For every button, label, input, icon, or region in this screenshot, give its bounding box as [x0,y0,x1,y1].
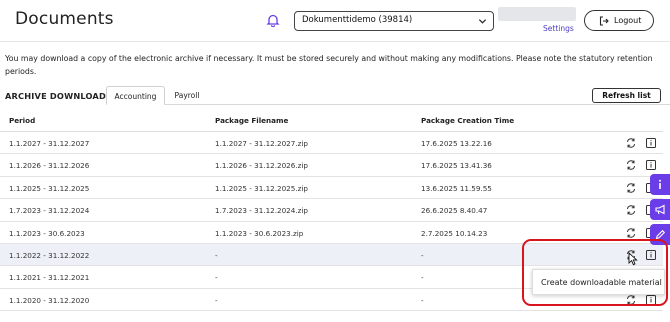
company-select[interactable]: Dokumenttidemo (39814) [294,11,494,31]
highlight-ring [522,239,668,306]
announcement-side-button[interactable] [650,199,670,220]
settings-link[interactable]: Settings [543,24,574,33]
period-cell: 1.1.2022 - 31.12.2022 [9,250,90,260]
filename-cell: 1.1.2027 - 31.12.2027.zip [215,139,308,148]
refresh-icon[interactable] [625,182,637,194]
table-row: 1.1.2027 - 31.12.2027 1.1.2027 - 31.12.20… [0,132,663,155]
period-cell: 1.1.2020 - 31.12.2020 [9,295,90,305]
refresh-icon[interactable] [625,159,637,171]
logout-label: Logout [614,16,642,25]
intro-text: You may download a copy of the electroni… [5,54,653,76]
logout-button[interactable]: Logout [584,10,654,31]
created-cell: 2.7.2025 10.14.23 [421,228,488,238]
info-icon[interactable] [645,137,657,149]
table-row: 1.7.2023 - 31.12.2024 1.7.2023 - 31.12.20… [0,199,663,222]
period-cell: 1.1.2023 - 30.6.2023 [9,228,85,238]
logout-icon [599,16,609,26]
created-cell: 17.6.2025 13.41.36 [421,161,492,171]
page-header: Documents Dokumenttidemo (39814) Setting… [0,0,670,42]
column-header-period: Period [9,116,36,125]
period-cell: 1.7.2023 - 31.12.2024 [9,206,90,216]
filename-cell: 1.1.2023 - 30.6.2023.zip [215,228,304,238]
filename-cell: 1.7.2023 - 31.12.2024.zip [215,206,308,216]
user-name-redacted [498,7,576,21]
bell-icon[interactable] [266,13,280,27]
filename-cell: - [215,295,218,305]
company-select-value: Dokumenttidemo (39814) [302,15,413,25]
table-header: Period Package Filename Package Creation… [0,108,663,132]
tab-accounting[interactable]: Accounting [106,86,165,105]
table-row: 1.1.2026 - 31.12.2026 1.1.2026 - 31.12.20… [0,154,663,177]
filename-cell: - [215,273,218,283]
filename-cell: 1.1.2026 - 31.12.2026.zip [215,161,308,171]
refresh-icon[interactable] [625,204,637,216]
cursor-icon [628,252,638,266]
created-cell: - [421,250,424,260]
chevron-down-icon [478,19,487,24]
filename-cell: 1.1.2025 - 31.12.2025.zip [215,183,308,193]
megaphone-icon [655,204,665,215]
period-cell: 1.1.2021 - 31.12.2021 [9,273,90,283]
archive-title: ARCHIVE DOWNLOAD [5,91,106,101]
page-title: Documents [15,9,114,29]
refresh-icon[interactable] [625,227,637,239]
info-icon [659,179,661,189]
tab-payroll[interactable]: Payroll [166,86,208,105]
refresh-icon[interactable] [625,137,637,149]
refresh-list-button[interactable]: Refresh list [592,88,661,103]
table-row: 1.1.2025 - 31.12.2025 1.1.2025 - 31.12.20… [0,177,663,200]
created-cell: - [421,273,424,283]
created-cell: 26.6.2025 8.40.47 [421,206,488,216]
period-cell: 1.1.2026 - 31.12.2026 [9,161,90,171]
created-cell: 13.6.2025 11.59.55 [421,183,492,193]
column-header-filename: Package Filename [215,116,289,125]
info-icon[interactable] [645,159,657,171]
created-cell: 17.6.2025 13.22.16 [421,139,492,148]
created-cell: - [421,295,424,305]
info-side-button[interactable] [650,174,670,195]
period-cell: 1.1.2027 - 31.12.2027 [9,139,90,148]
filename-cell: - [215,250,218,260]
period-cell: 1.1.2025 - 31.12.2025 [9,183,90,193]
column-header-created: Package Creation Time [421,116,515,125]
